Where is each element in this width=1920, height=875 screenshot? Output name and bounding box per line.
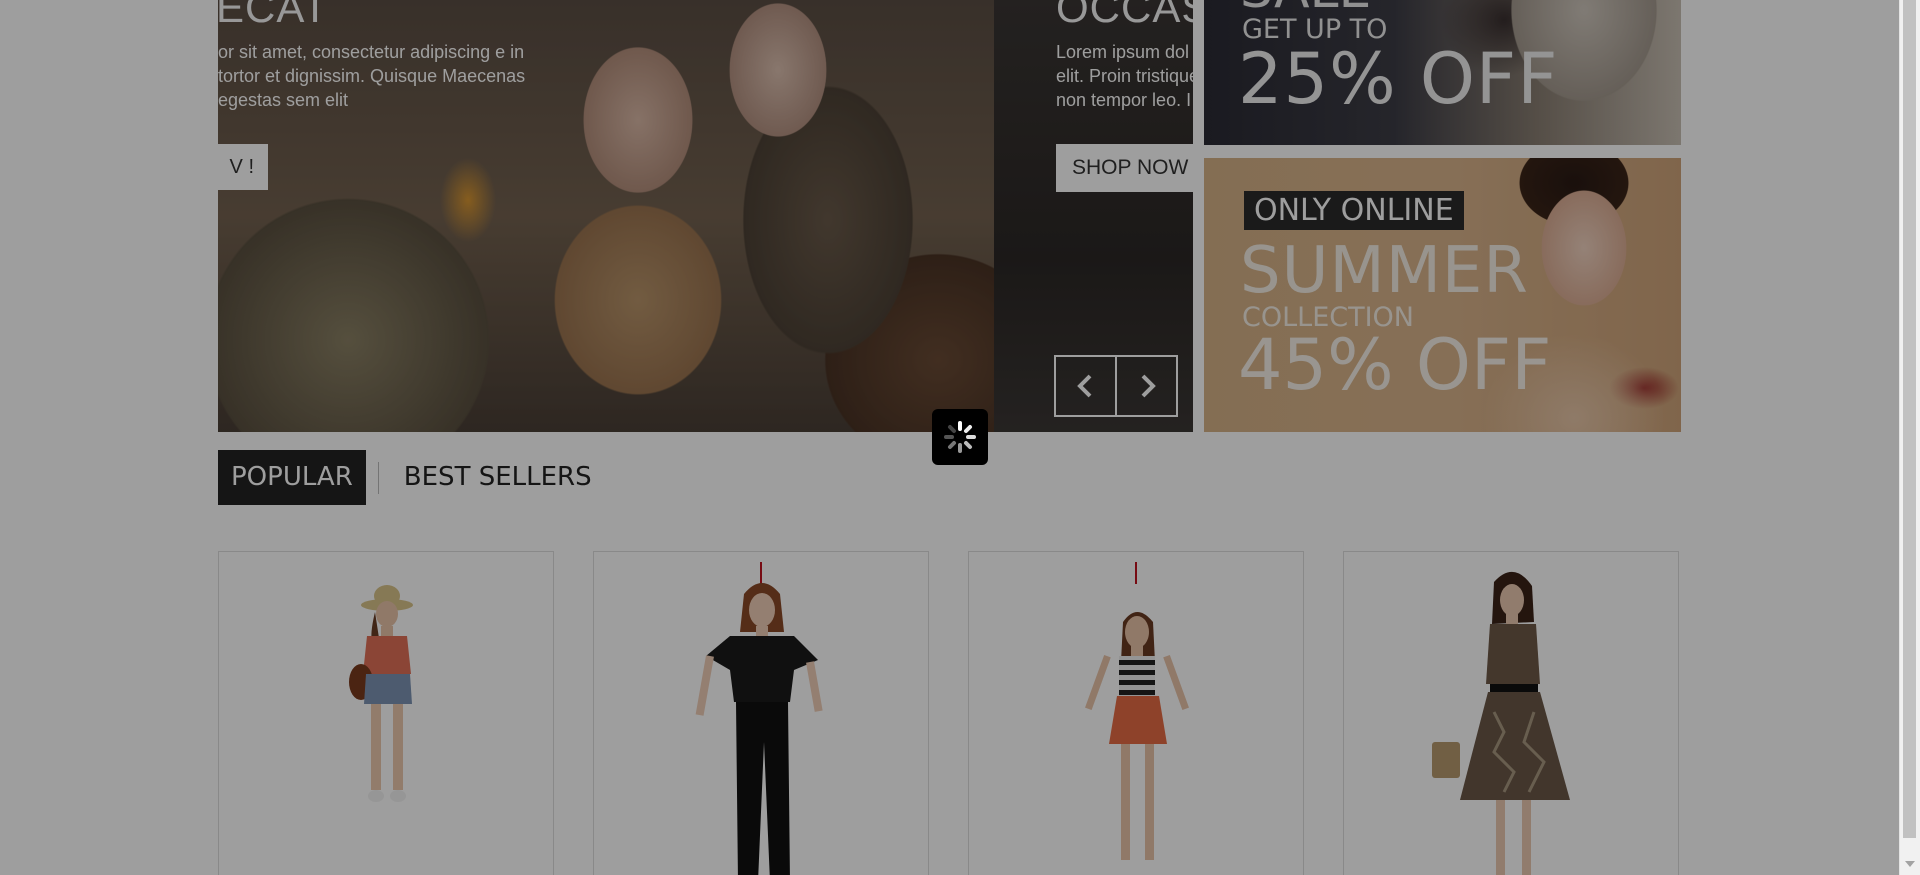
page: ECAT or sit amet, consectetur adipiscing… xyxy=(0,0,1900,875)
scroll-down-arrow-icon[interactable] xyxy=(1905,861,1915,867)
loading-indicator xyxy=(932,409,988,465)
vertical-scrollbar[interactable] xyxy=(1899,0,1920,875)
scrollbar-thumb[interactable] xyxy=(1903,0,1916,838)
spinner-icon xyxy=(944,421,976,453)
